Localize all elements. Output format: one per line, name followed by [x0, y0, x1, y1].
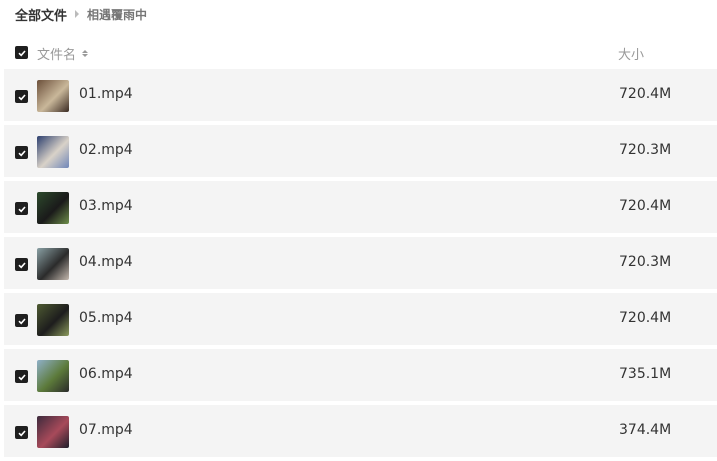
file-row[interactable]: 02.mp4 720.3M [4, 125, 717, 177]
sort-icon[interactable] [82, 50, 89, 57]
video-thumbnail[interactable] [37, 80, 69, 112]
file-name[interactable]: 05.mp4 [79, 310, 133, 326]
row-checkbox[interactable] [15, 314, 28, 327]
video-thumbnail[interactable] [37, 360, 69, 392]
checkmark-icon [17, 261, 26, 268]
video-thumbnail[interactable] [37, 416, 69, 448]
file-size: 720.4M [619, 86, 672, 102]
row-checkbox[interactable] [15, 370, 28, 383]
checkmark-icon [17, 429, 26, 436]
checkmark-icon [17, 205, 26, 212]
file-row[interactable]: 06.mp4 735.1M [4, 349, 717, 401]
file-size: 374.4M [619, 422, 672, 438]
file-row[interactable]: 03.mp4 720.4M [4, 181, 717, 233]
file-name[interactable]: 01.mp4 [79, 86, 133, 102]
file-name[interactable]: 06.mp4 [79, 366, 133, 382]
checkmark-icon [17, 317, 26, 324]
select-all-checkbox[interactable] [15, 46, 28, 59]
checkmark-icon [17, 49, 26, 56]
file-row[interactable]: 07.mp4 374.4M [4, 405, 717, 457]
video-thumbnail[interactable] [37, 192, 69, 224]
row-checkbox[interactable] [15, 146, 28, 159]
video-thumbnail[interactable] [37, 136, 69, 168]
row-checkbox[interactable] [15, 258, 28, 271]
file-size: 735.1M [619, 366, 672, 382]
row-checkbox[interactable] [15, 426, 28, 439]
file-name[interactable]: 07.mp4 [79, 422, 133, 438]
file-list: 01.mp4 720.4M 02.mp4 720.3M 03.mp4 720.4… [4, 69, 717, 461]
checkmark-icon [17, 149, 26, 156]
file-size: 720.3M [619, 142, 672, 158]
file-size: 720.4M [619, 198, 672, 214]
file-name[interactable]: 02.mp4 [79, 142, 133, 158]
file-row[interactable]: 01.mp4 720.4M [4, 69, 717, 121]
file-name[interactable]: 03.mp4 [79, 198, 133, 214]
row-checkbox[interactable] [15, 90, 28, 103]
column-header-name[interactable]: 文件名 [37, 44, 89, 63]
file-list-header: 文件名 大小 [0, 40, 717, 66]
video-thumbnail[interactable] [37, 304, 69, 336]
file-size: 720.4M [619, 310, 672, 326]
row-checkbox[interactable] [15, 202, 28, 215]
breadcrumb: 全部文件 相遇覆雨中 [15, 5, 148, 24]
video-thumbnail[interactable] [37, 248, 69, 280]
checkmark-icon [17, 93, 26, 100]
file-row[interactable]: 04.mp4 720.3M [4, 237, 717, 289]
file-row[interactable]: 05.mp4 720.4M [4, 293, 717, 345]
breadcrumb-current-folder: 相遇覆雨中 [87, 7, 148, 22]
column-header-size[interactable]: 大小 [618, 44, 644, 63]
file-size: 720.3M [619, 254, 672, 270]
column-header-name-label: 文件名 [37, 48, 77, 63]
checkmark-icon [17, 373, 26, 380]
chevron-right-icon [75, 10, 80, 18]
breadcrumb-root-link[interactable]: 全部文件 [15, 5, 67, 24]
file-name[interactable]: 04.mp4 [79, 254, 133, 270]
